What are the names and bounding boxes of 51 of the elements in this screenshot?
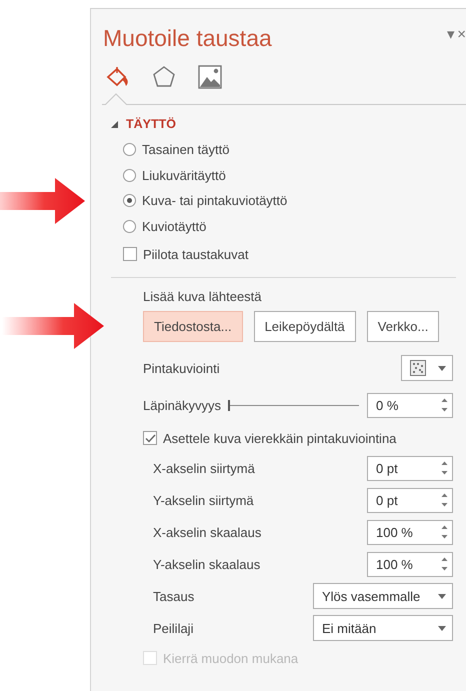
checkbox[interactable] xyxy=(123,247,137,261)
spin-field[interactable]: 0 % xyxy=(367,392,453,418)
field-label: Y-akselin skaalaus xyxy=(153,556,260,572)
pentagon-icon xyxy=(152,65,176,89)
option-label: Kuva- tai pintakuviotäyttö xyxy=(142,193,288,208)
option-label: Liukuväritäyttö xyxy=(142,168,226,183)
dropdown-field[interactable]: Ylös vasemmalle xyxy=(313,583,453,609)
radio-button[interactable] xyxy=(123,220,136,233)
pane-menu-button[interactable]: ▾ xyxy=(447,27,456,43)
checkbox-label: Piilota taustakuvat xyxy=(143,246,249,262)
spin-arrows-icon[interactable] xyxy=(441,460,448,476)
image-icon xyxy=(198,65,222,89)
option-label: Tasainen täyttö xyxy=(142,142,230,158)
field-label: X-akselin siirtymä xyxy=(153,460,255,476)
spin-field[interactable]: 0 pt xyxy=(367,488,453,512)
field-label: Peililaji xyxy=(153,620,194,636)
spin-field[interactable]: 0 pt xyxy=(367,456,453,480)
dropdown-field[interactable]: Ei mitään xyxy=(313,615,453,641)
checkbox-label: Asettele kuva vierekkäin pintakuviointina xyxy=(163,430,396,446)
source-button[interactable]: Tiedostosta... xyxy=(143,311,243,342)
checkbox-label: Kierrä muodon mukana xyxy=(163,650,298,666)
spin-field[interactable]: 100 % xyxy=(367,552,453,576)
spin-field[interactable]: 100 % xyxy=(367,520,453,544)
source-button[interactable]: Leikepöydältä xyxy=(254,311,356,342)
dropdown-caret-icon[interactable] xyxy=(438,594,446,598)
field-label: Pintakuviointi xyxy=(143,360,220,376)
close-button[interactable]: × xyxy=(457,27,466,43)
pane-tab[interactable] xyxy=(197,64,223,90)
spin-arrows-icon[interactable] xyxy=(441,492,448,508)
option-label: Kuviotäyttö xyxy=(142,218,206,234)
paint-bucket-icon xyxy=(106,65,130,89)
field-label: Y-akselin siirtymä xyxy=(153,492,254,508)
spin-arrows-icon[interactable] xyxy=(441,397,448,413)
dropdown-caret-icon[interactable] xyxy=(438,626,446,630)
section-label: Lisää kuva lähteestä xyxy=(143,289,262,304)
dropdown-caret-icon[interactable] xyxy=(438,366,446,370)
field-label: Tasaus xyxy=(153,588,194,604)
texture-dropdown[interactable] xyxy=(401,355,453,381)
texture-swatch-icon xyxy=(410,360,426,376)
radio-button[interactable] xyxy=(123,168,136,182)
radio-button[interactable] xyxy=(123,143,136,156)
fill-section-header[interactable]: TÄYTTÖ xyxy=(111,117,176,131)
collapse-triangle-icon xyxy=(111,120,118,128)
radio-button[interactable] xyxy=(123,194,136,208)
spin-arrows-icon[interactable] xyxy=(441,556,448,572)
source-button[interactable]: Verkko... xyxy=(366,311,440,342)
spin-arrows-icon[interactable] xyxy=(441,524,448,540)
field-label: X-akselin skaalaus xyxy=(153,524,262,540)
field-label: Läpinäkyvyys xyxy=(143,398,222,412)
checkbox[interactable] xyxy=(143,431,157,445)
pane-title: Muotoile taustaa xyxy=(103,24,272,53)
